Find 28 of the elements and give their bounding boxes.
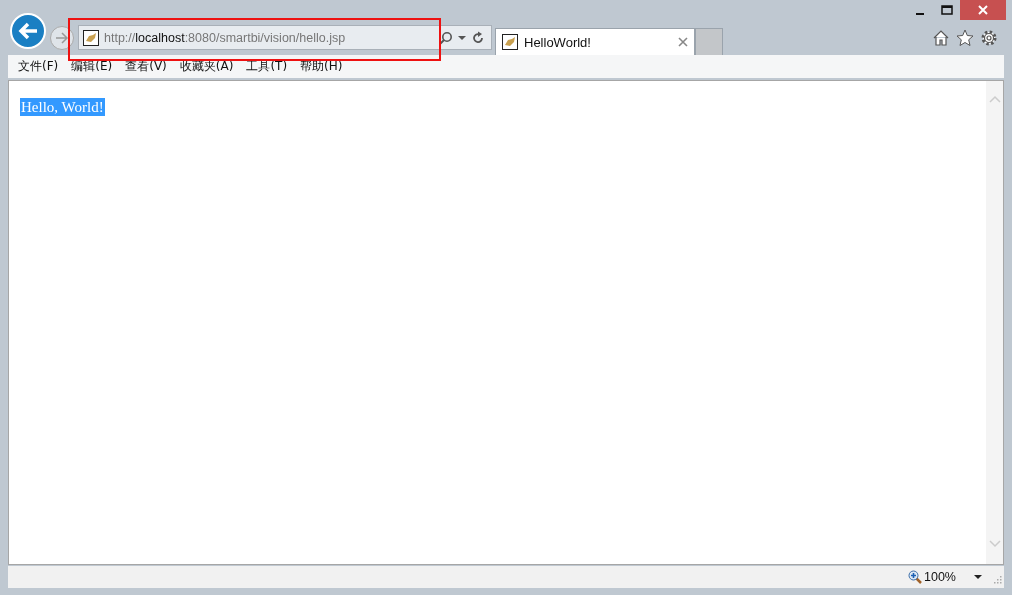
page-text: Hello, World! [20, 98, 105, 116]
browser-tab[interactable]: HelloWorld! [495, 28, 695, 55]
dropdown-icon[interactable] [974, 574, 982, 580]
zoom-level[interactable]: 100% [924, 570, 956, 584]
dropdown-icon[interactable] [458, 34, 466, 41]
close-icon[interactable] [678, 37, 688, 47]
back-button[interactable] [10, 12, 46, 49]
close-button[interactable] [960, 0, 1006, 20]
star-icon[interactable] [956, 28, 974, 47]
tab-title: HelloWorld! [524, 34, 592, 50]
back-arrow-icon [17, 20, 39, 41]
address-bar[interactable]: http://localhost:8080/smartbi/vision/hello.jsp [78, 25, 492, 50]
menu-item[interactable]: 文件(F) [18, 58, 59, 75]
url-text: http://localhost:8080/smartbi/vision/hello.jsp [104, 30, 346, 45]
minimize-icon [915, 13, 924, 15]
settings-icon[interactable] [980, 28, 998, 47]
forward-button[interactable] [50, 25, 74, 50]
refresh-icon[interactable] [471, 30, 485, 45]
resize-grip-icon[interactable] [992, 576, 1002, 586]
zoom-icon[interactable] [908, 570, 922, 584]
close-icon [977, 4, 989, 16]
home-icon[interactable] [932, 28, 950, 47]
menu-item[interactable]: 编辑(E) [71, 58, 113, 75]
menu-item[interactable]: 收藏夹(A) [179, 58, 234, 75]
search-icon[interactable] [439, 30, 453, 45]
forward-arrow-icon [55, 31, 69, 44]
maximize-icon [940, 5, 953, 15]
menu-item[interactable]: 帮助(H) [300, 58, 343, 75]
